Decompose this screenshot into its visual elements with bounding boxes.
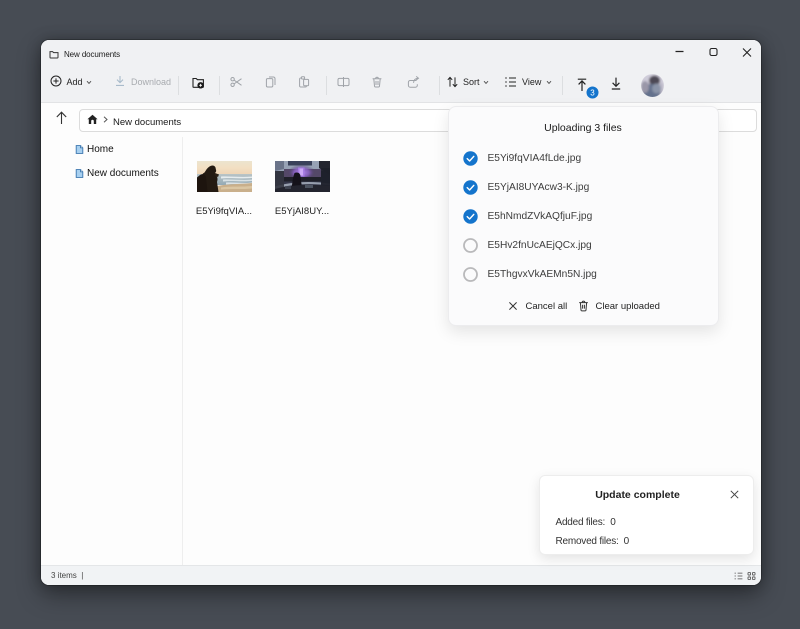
svg-text:3: 3 <box>590 88 595 97</box>
